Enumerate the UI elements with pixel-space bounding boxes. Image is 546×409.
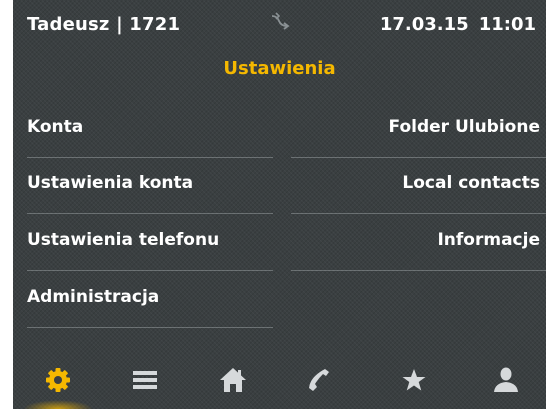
nav-favorites-button[interactable] xyxy=(386,360,442,400)
menu-item-label: Local contacts xyxy=(402,173,540,193)
menu-item-local-contacts[interactable]: Local contacts xyxy=(291,158,546,214)
menu-item-label: Ustawienia konta xyxy=(27,173,194,193)
menu-item-label: Informacje xyxy=(437,230,540,250)
menu-icon xyxy=(133,371,157,389)
menu-item-label: Konta xyxy=(27,117,84,137)
menu-item-ustawienia-konta[interactable]: Ustawienia konta xyxy=(13,158,273,214)
date-time: 17.03.15 11:01 xyxy=(380,14,536,35)
nav-phone-button[interactable] xyxy=(291,360,347,400)
menu-item-label: Folder Ulubione xyxy=(388,117,540,137)
divider xyxy=(291,213,546,214)
active-indicator xyxy=(23,400,93,409)
nav-contacts-button[interactable] xyxy=(478,360,534,400)
status-date: 17.03.15 xyxy=(379,14,469,35)
menu-item-administracja[interactable]: Administracja xyxy=(13,272,273,328)
menu-item-label: Ustawienia telefonu xyxy=(27,230,220,250)
home-icon xyxy=(220,368,246,392)
gear-icon xyxy=(46,368,70,392)
divider xyxy=(27,270,273,271)
menu-item-label: Administracja xyxy=(27,287,160,307)
menu-item-folder-ulubione[interactable]: Folder Ulubione xyxy=(291,102,546,158)
user-extension: Tadeusz | 1721 xyxy=(27,14,181,35)
divider xyxy=(27,213,273,214)
page-title: Ustawienia xyxy=(223,58,336,79)
person-icon xyxy=(494,367,518,392)
menu-item-ustawienia-telefonu[interactable]: Ustawienia telefonu xyxy=(13,215,273,271)
phone-icon xyxy=(309,369,329,391)
nav-settings-button[interactable] xyxy=(30,360,86,400)
status-time: 11:01 xyxy=(478,14,536,35)
star-icon xyxy=(402,369,426,391)
status-bar: Tadeusz | 1721 17.03.15 11:01 xyxy=(13,0,546,46)
menu-item-informacje[interactable]: Informacje xyxy=(291,215,546,271)
bottom-nav-bar xyxy=(13,350,546,409)
call-forward-icon xyxy=(271,12,290,30)
menu-item-konta[interactable]: Konta xyxy=(13,102,273,158)
nav-home-button[interactable] xyxy=(205,360,261,400)
divider xyxy=(291,270,546,271)
nav-menu-button[interactable] xyxy=(117,360,173,400)
divider xyxy=(27,327,273,328)
phone-screen: Tadeusz | 1721 17.03.15 11:01 Ustawienia … xyxy=(13,0,546,409)
